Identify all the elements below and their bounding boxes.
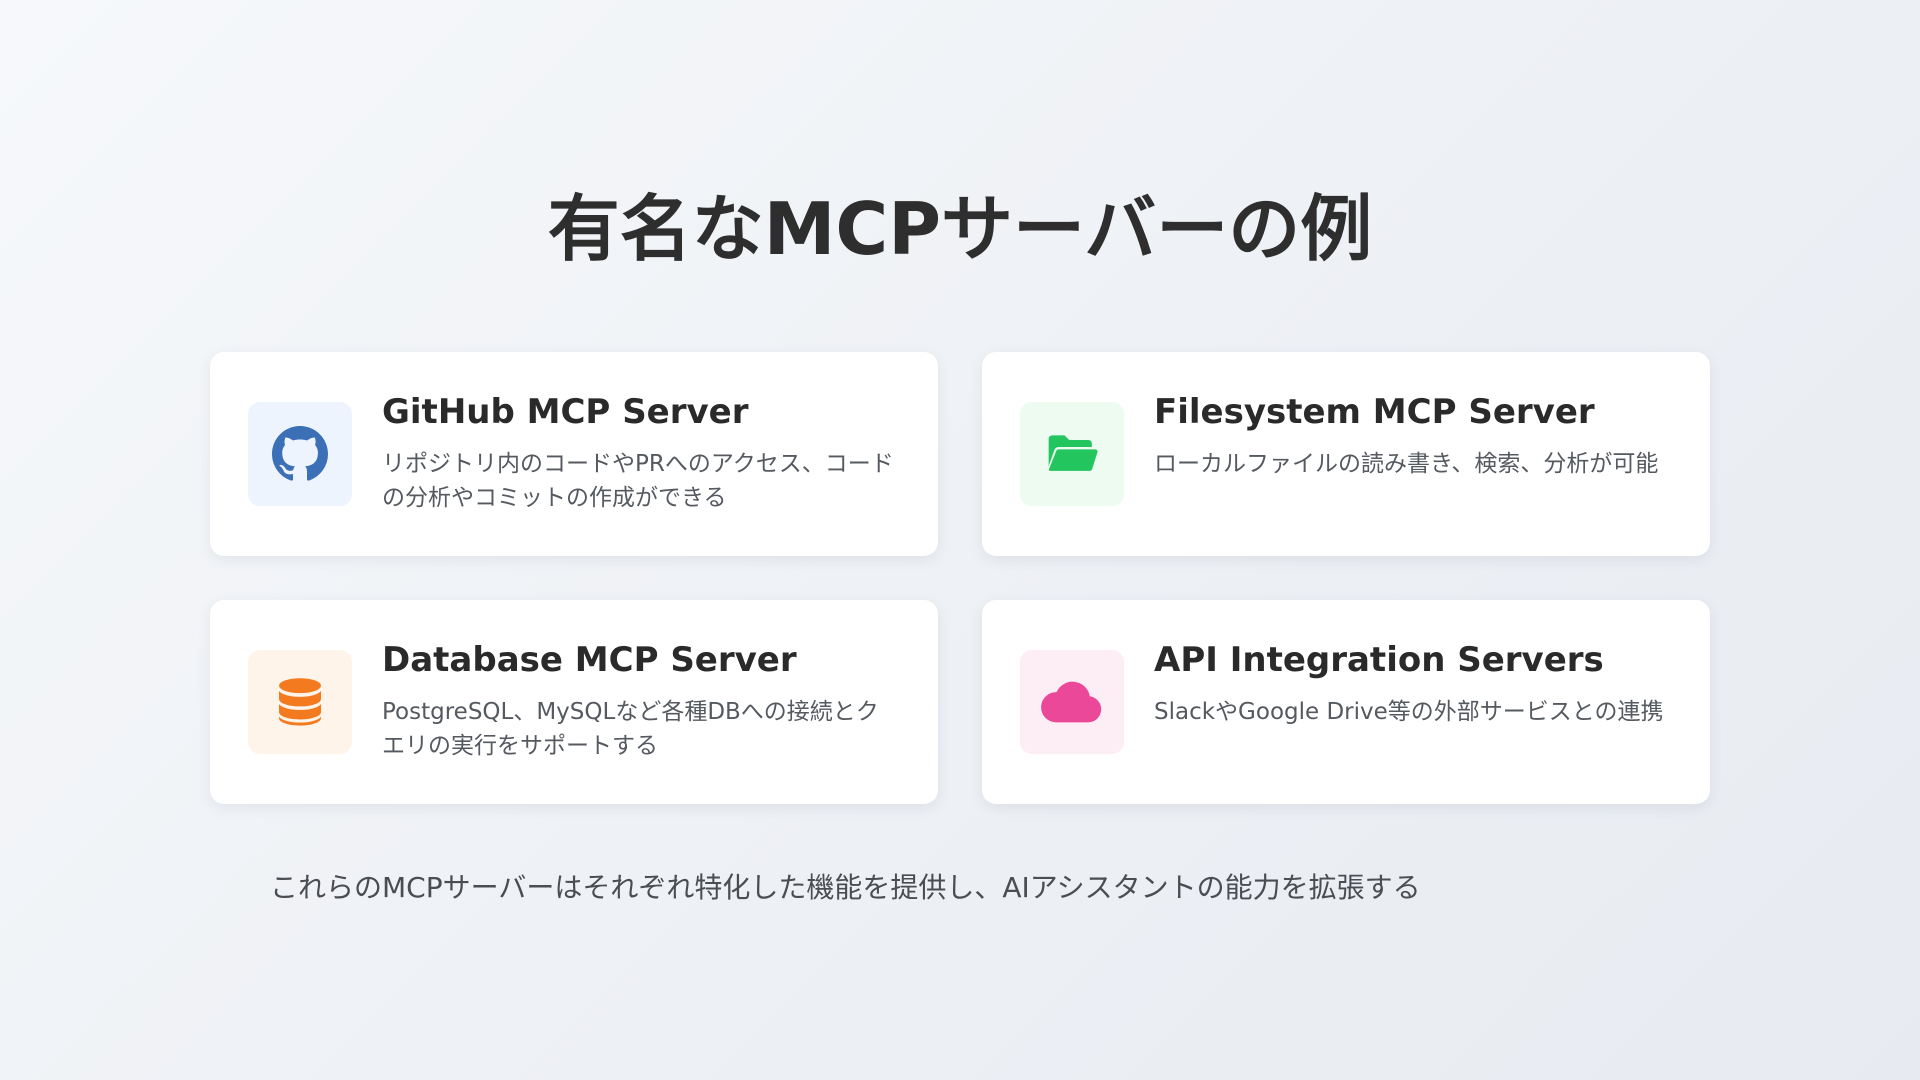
icon-box-api bbox=[1020, 650, 1124, 754]
card-api-integration-servers: API Integration Servers SlackやGoogle Dri… bbox=[982, 600, 1710, 804]
card-text: Filesystem MCP Server ローカルファイルの読み書き、検索、分… bbox=[1154, 392, 1670, 481]
card-title: API Integration Servers bbox=[1154, 640, 1604, 680]
card-text: API Integration Servers SlackやGoogle Dri… bbox=[1154, 640, 1670, 729]
card-description: PostgreSQL、MySQLなど各種DBへの接続とクエリの実行をサポートする bbox=[382, 698, 879, 759]
card-title: Database MCP Server bbox=[382, 640, 797, 680]
card-text: GitHub MCP Server リポジトリ内のコードやPRへのアクセス、コー… bbox=[382, 392, 898, 515]
card-title: GitHub MCP Server bbox=[382, 392, 749, 432]
card-text: Database MCP Server PostgreSQL、MySQLなど各種… bbox=[382, 640, 898, 763]
folder-open-icon bbox=[1048, 435, 1098, 471]
icon-box-github bbox=[248, 402, 352, 506]
slide: 有名なMCPサーバーの例 GitHub MCP Server リポジトリ内のコー… bbox=[0, 0, 1920, 1080]
page-title: 有名なMCPサーバーの例 bbox=[547, 187, 1373, 271]
github-icon bbox=[272, 426, 328, 481]
database-icon bbox=[279, 678, 321, 726]
card-description: リポジトリ内のコードやPRへのアクセス、コードの分析やコミットの作成ができる bbox=[382, 450, 894, 511]
icon-box-filesystem bbox=[1020, 402, 1124, 506]
icon-box-database bbox=[248, 650, 352, 754]
card-database-mcp-server: Database MCP Server PostgreSQL、MySQLなど各種… bbox=[210, 600, 938, 804]
cloud-icon bbox=[1041, 681, 1102, 723]
card-description: SlackやGoogle Drive等の外部サービスとの連携 bbox=[1154, 698, 1664, 725]
card-description: ローカルファイルの読み書き、検索、分析が可能 bbox=[1154, 450, 1659, 477]
footer-note: これらのMCPサーバーはそれぞれ特化した機能を提供し、AIアシスタントの能力を拡… bbox=[270, 871, 1421, 904]
server-grid: GitHub MCP Server リポジトリ内のコードやPRへのアクセス、コー… bbox=[210, 352, 1710, 804]
card-filesystem-mcp-server: Filesystem MCP Server ローカルファイルの読み書き、検索、分… bbox=[982, 352, 1710, 556]
card-github-mcp-server: GitHub MCP Server リポジトリ内のコードやPRへのアクセス、コー… bbox=[210, 352, 938, 556]
card-title: Filesystem MCP Server bbox=[1154, 392, 1595, 432]
